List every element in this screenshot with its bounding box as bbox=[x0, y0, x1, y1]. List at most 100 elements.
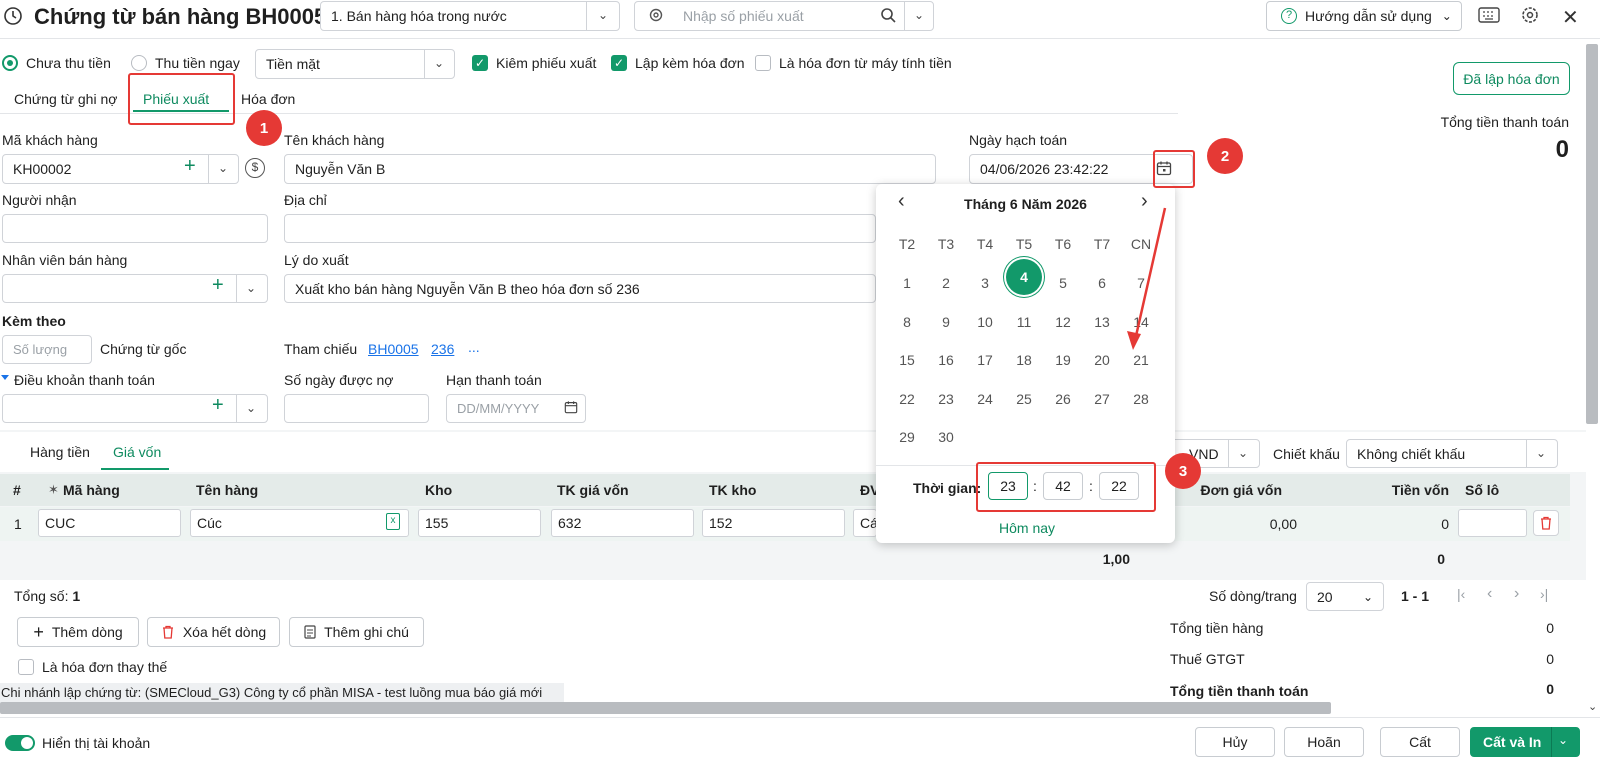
add-salesperson-icon[interactable]: + bbox=[212, 274, 224, 297]
calendar-day[interactable]: 21 bbox=[1123, 348, 1159, 372]
chevron-down-icon[interactable]: ⌄ bbox=[1536, 446, 1546, 460]
first-page-icon[interactable]: |‹ bbox=[1457, 586, 1465, 602]
calendar-day[interactable]: 10 bbox=[967, 310, 1003, 334]
calendar-day[interactable]: 1 bbox=[889, 271, 925, 295]
address-input[interactable] bbox=[284, 214, 876, 243]
row-code-cell[interactable]: CUC bbox=[38, 509, 181, 537]
voucher-type-select[interactable]: 1. Bán hàng hóa trong nước bbox=[320, 1, 620, 31]
scrollbar-horizontal[interactable] bbox=[0, 702, 1331, 714]
calendar-day[interactable]: 22 bbox=[889, 387, 925, 411]
row-lot-cell[interactable] bbox=[1458, 509, 1527, 537]
calendar-day[interactable]: 12 bbox=[1045, 310, 1081, 334]
reference-link-2[interactable]: 236 bbox=[431, 341, 454, 357]
prev-page-icon[interactable]: ‹ bbox=[1487, 585, 1492, 603]
cancel-button[interactable]: Hủy bbox=[1195, 727, 1275, 757]
customer-code-input[interactable]: KH00002 bbox=[2, 154, 239, 184]
calendar-day[interactable]: 30 bbox=[928, 425, 964, 449]
chevron-down-icon[interactable]: ⌄ bbox=[434, 56, 444, 70]
calendar-title[interactable]: Tháng 6 Năm 2026 bbox=[876, 196, 1175, 212]
calendar-day[interactable]: 18 bbox=[1006, 348, 1042, 372]
reference-more[interactable]: ... bbox=[468, 339, 480, 355]
reference-link-1[interactable]: BH0005 bbox=[368, 341, 419, 357]
calendar-day[interactable]: 3 bbox=[967, 271, 1003, 295]
calendar-day[interactable]: 19 bbox=[1045, 348, 1081, 372]
show-account-toggle[interactable] bbox=[5, 735, 35, 751]
keyboard-icon[interactable] bbox=[1478, 7, 1500, 23]
invoiced-button[interactable]: Đã lập hóa đơn bbox=[1453, 62, 1570, 95]
payment-method-select[interactable]: Tiền mặt bbox=[255, 49, 455, 79]
chevron-down-icon[interactable]: ⌄ bbox=[914, 8, 924, 22]
calendar-day[interactable]: 25 bbox=[1006, 387, 1042, 411]
last-page-icon[interactable]: ›| bbox=[1540, 586, 1548, 602]
chevron-down-icon[interactable]: ⌄ bbox=[1238, 446, 1248, 460]
row-warehouse-cell[interactable]: 155 bbox=[418, 509, 541, 537]
chevron-down-icon[interactable]: ⌄ bbox=[1588, 700, 1597, 713]
collapse-triangle-icon[interactable] bbox=[1, 375, 9, 380]
add-customer-icon[interactable]: + bbox=[184, 155, 196, 178]
settings-icon[interactable] bbox=[1520, 5, 1540, 25]
chevron-down-icon[interactable]: ⌄ bbox=[246, 401, 256, 415]
chevron-down-icon[interactable]: ⌄ bbox=[1558, 733, 1568, 747]
help-button[interactable]: ? Hướng dẫn sử dụng ⌄ bbox=[1266, 1, 1462, 31]
calendar-day[interactable]: 24 bbox=[967, 387, 1003, 411]
calendar-day[interactable]: 20 bbox=[1084, 348, 1120, 372]
customer-name-input[interactable]: Nguyễn Văn B bbox=[284, 154, 936, 184]
close-icon[interactable]: ✕ bbox=[1562, 5, 1579, 30]
history-icon[interactable] bbox=[2, 5, 24, 27]
calendar-day[interactable]: 9 bbox=[928, 310, 964, 334]
calendar-day[interactable]: 17 bbox=[967, 348, 1003, 372]
clear-rows-button[interactable]: Xóa hết dòng bbox=[147, 617, 280, 647]
calendar-icon[interactable] bbox=[564, 400, 578, 414]
checkbox-export[interactable]: ✓ bbox=[472, 55, 488, 71]
payment-terms-input[interactable] bbox=[2, 394, 268, 423]
calendar-day[interactable]: 7 bbox=[1123, 271, 1159, 295]
checkbox-cash-register[interactable] bbox=[755, 55, 771, 71]
calendar-day[interactable]: 15 bbox=[889, 348, 925, 372]
excel-icon[interactable]: x bbox=[386, 513, 400, 530]
calendar-day[interactable]: 8 bbox=[889, 310, 925, 334]
chevron-down-icon[interactable]: ⌄ bbox=[218, 161, 228, 175]
calendar-day[interactable]: 6 bbox=[1084, 271, 1120, 295]
add-payment-terms-icon[interactable]: + bbox=[212, 394, 224, 417]
checkbox-invoice[interactable]: ✓ bbox=[611, 55, 627, 71]
next-month-icon[interactable]: › bbox=[1141, 190, 1148, 213]
checkbox-replace-invoice[interactable] bbox=[18, 659, 34, 675]
chevron-down-icon[interactable]: ⌄ bbox=[598, 8, 608, 22]
dollar-icon[interactable]: $ bbox=[245, 158, 265, 178]
calendar-day[interactable]: 16 bbox=[928, 348, 964, 372]
calendar-day[interactable]: 27 bbox=[1084, 387, 1120, 411]
calendar-day[interactable]: 14 bbox=[1123, 310, 1159, 334]
subtab-cost[interactable]: Giá vốn bbox=[113, 444, 161, 460]
calendar-day[interactable]: 29 bbox=[889, 425, 925, 449]
row-cost-account-cell[interactable]: 632 bbox=[551, 509, 694, 537]
today-link[interactable]: Hôm nay bbox=[999, 520, 1055, 536]
calendar-day[interactable]: 13 bbox=[1084, 310, 1120, 334]
search-icon[interactable] bbox=[880, 7, 896, 23]
tab-debit-voucher[interactable]: Chứng từ ghi nợ bbox=[14, 91, 117, 107]
reason-input[interactable]: Xuất kho bán hàng Nguyễn Văn B theo hóa … bbox=[284, 274, 876, 303]
calendar-day[interactable]: 11 bbox=[1006, 310, 1042, 334]
chevron-down-icon[interactable]: ⌄ bbox=[246, 281, 256, 295]
calendar-day[interactable]: 5 bbox=[1045, 271, 1081, 295]
radio-paid[interactable] bbox=[131, 55, 147, 71]
credit-days-input[interactable] bbox=[284, 394, 429, 423]
calendar-day[interactable]: 28 bbox=[1123, 387, 1159, 411]
pin-icon[interactable]: ✶ bbox=[48, 482, 59, 498]
attached-quantity-input[interactable]: Số lượng bbox=[2, 335, 92, 364]
row-unit-cell[interactable]: Cá bbox=[853, 509, 877, 537]
gear-icon[interactable] bbox=[648, 7, 664, 23]
row-stock-account-cell[interactable]: 152 bbox=[702, 509, 845, 537]
trash-icon[interactable] bbox=[1533, 510, 1559, 536]
tab-invoice[interactable]: Hóa đơn bbox=[241, 91, 295, 107]
next-page-icon[interactable]: › bbox=[1514, 585, 1519, 603]
row-name-cell[interactable]: Cúc bbox=[190, 509, 409, 537]
calendar-day[interactable]: 23 bbox=[928, 387, 964, 411]
scrollbar-vertical[interactable] bbox=[1586, 44, 1598, 424]
calendar-day[interactable]: 2 bbox=[928, 271, 964, 295]
receiver-input[interactable] bbox=[2, 214, 268, 243]
subtab-money[interactable]: Hàng tiền bbox=[30, 444, 90, 460]
radio-unpaid[interactable] bbox=[2, 55, 18, 71]
salesperson-input[interactable] bbox=[2, 274, 268, 303]
add-row-button[interactable]: + Thêm dòng bbox=[17, 617, 139, 647]
rows-per-page-select[interactable]: 20 ⌄ bbox=[1306, 582, 1384, 611]
